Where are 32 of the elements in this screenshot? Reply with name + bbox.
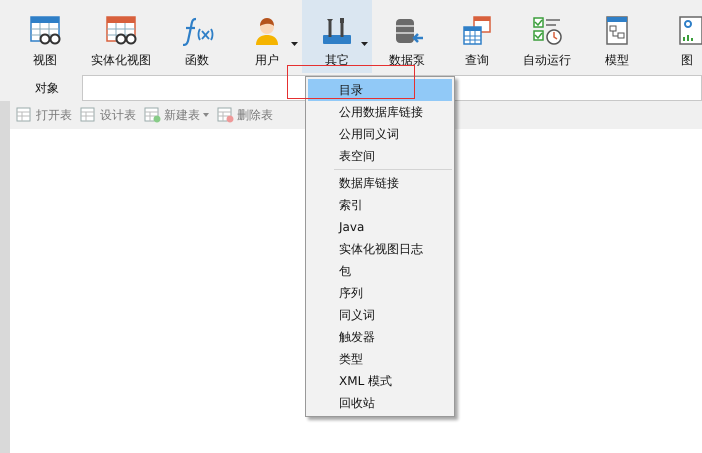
menu-item[interactable]: XML 模式 [308,370,452,392]
menu-item[interactable]: 目录 [308,79,452,101]
menu-item[interactable]: 回收站 [308,392,452,414]
menu-item[interactable]: 包 [308,260,452,282]
toolbar-button[interactable]: 用户 [232,0,302,73]
table-glasses-icon [28,16,62,46]
menu-item[interactable]: 索引 [308,194,452,216]
toolbar-button[interactable]: 实体化视图 [80,0,162,73]
toolbar-button[interactable]: 模型 [582,0,652,73]
toolbar-button[interactable]: 其它 [302,0,372,73]
menu-item[interactable]: Java [308,216,452,238]
function-icon [180,16,214,46]
menu-item[interactable]: 公用同义词 [308,123,452,145]
toolbar-button[interactable]: 查询 [442,0,512,73]
toolbar-button[interactable]: 视图 [10,0,80,73]
table-icon [144,107,161,123]
toolbar-button[interactable]: 数据泵 [372,0,442,73]
menu-item[interactable]: 表空间 [308,145,452,167]
toolbar-button[interactable]: 函数 [162,0,232,73]
toolbar-button[interactable]: 图 [652,0,702,73]
menu-item[interactable]: 实体化视图日志 [308,238,452,260]
menu-item[interactable]: 序列 [308,282,452,304]
menu-item[interactable]: 触发器 [308,326,452,348]
table-icon [217,107,234,123]
menu-item[interactable]: 同义词 [308,304,452,326]
table-icon [80,107,97,123]
menu-item[interactable]: 数据库链接 [308,172,452,194]
table-glasses-icon [104,16,138,46]
menu-item[interactable]: 类型 [308,348,452,370]
toolbar-button[interactable]: 自动运行 [512,0,582,73]
menu-item[interactable]: 公用数据库链接 [308,101,452,123]
table-icon [16,107,33,123]
